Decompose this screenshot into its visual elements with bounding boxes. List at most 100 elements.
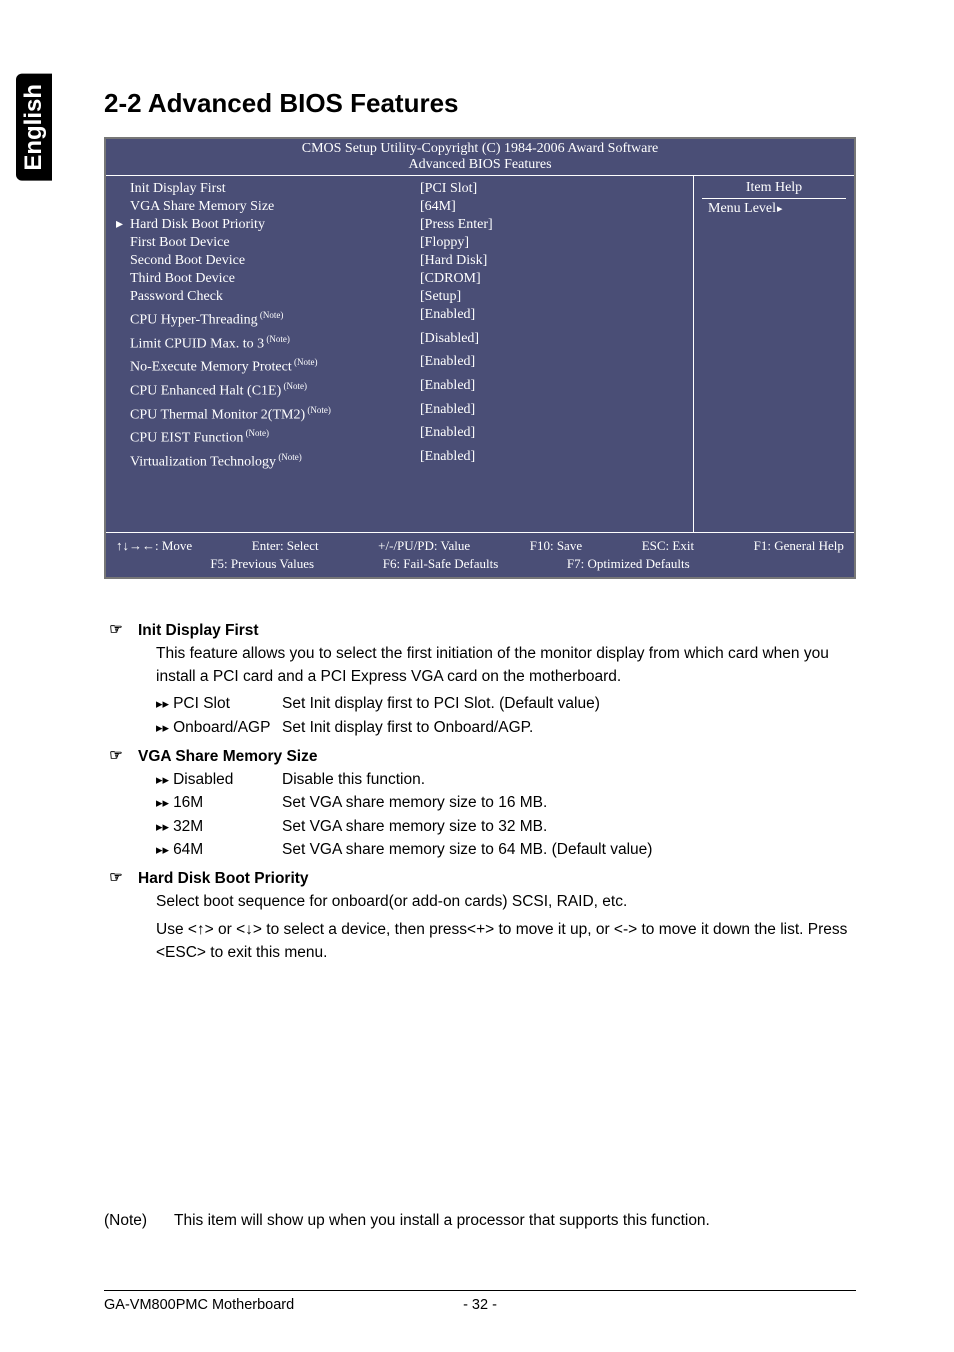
- bios-setting-row[interactable]: CPU Thermal Monitor 2(TM2) (Note)[Enable…: [130, 401, 685, 425]
- note-marker: (Note): [281, 381, 307, 391]
- bios-setting-row[interactable]: Third Boot Device[CDROM]: [130, 270, 685, 288]
- footnote: (Note) This item will show up when you i…: [104, 1212, 856, 1230]
- option-value-key: ▸▸Onboard/AGP: [156, 716, 282, 739]
- option-description: Select boot sequence for onboard(or add-…: [156, 890, 856, 913]
- bios-setting-value[interactable]: [CDROM]: [420, 270, 481, 288]
- bios-setting-label: VGA Share Memory Size: [130, 198, 420, 216]
- option-value-row: ▸▸DisabledDisable this function.: [156, 768, 856, 791]
- double-arrow-icon: ▸▸: [156, 720, 169, 735]
- option-value-key: ▸▸16M: [156, 791, 282, 814]
- bios-setting-label: First Boot Device: [130, 234, 420, 252]
- bios-setting-value[interactable]: [Enabled]: [420, 377, 475, 401]
- language-tab: English: [16, 74, 52, 181]
- pointer-icon: ☞: [104, 867, 128, 890]
- bios-screen: CMOS Setup Utility-Copyright (C) 1984-20…: [104, 137, 856, 579]
- footer-model: GA-VM800PMC Motherboard: [104, 1297, 355, 1313]
- option-value-desc: Disable this function.: [282, 768, 425, 791]
- bios-setting-row[interactable]: Limit CPUID Max. to 3 (Note)[Disabled]: [130, 330, 685, 354]
- note-marker: (Note): [305, 405, 331, 415]
- option-descriptions: ☞ Init Display First This feature allows…: [128, 619, 856, 965]
- bios-subheader: Advanced BIOS Features: [106, 157, 854, 176]
- double-arrow-icon: ▸▸: [156, 795, 169, 810]
- bios-setting-row[interactable]: VGA Share Memory Size[64M]: [130, 198, 685, 216]
- bios-setting-value[interactable]: [Enabled]: [420, 424, 475, 448]
- bios-setting-value[interactable]: [Enabled]: [420, 448, 475, 472]
- key-optimized: F7: Optimized Defaults: [567, 556, 690, 572]
- key-save: F10: Save: [530, 538, 582, 554]
- bios-setting-value[interactable]: [Hard Disk]: [420, 252, 487, 270]
- note-marker: (Note): [276, 452, 302, 462]
- bios-setting-label: CPU Thermal Monitor 2(TM2) (Note): [130, 401, 420, 425]
- bios-setting-label: CPU EIST Function (Note): [130, 424, 420, 448]
- section-heading: 2-2 Advanced BIOS Features: [104, 88, 856, 119]
- double-arrow-icon: ▸▸: [156, 772, 169, 787]
- bios-setting-row[interactable]: Virtualization Technology (Note)[Enabled…: [130, 448, 685, 472]
- option-heading-init-display: ☞ Init Display First: [128, 619, 856, 642]
- bios-setting-value[interactable]: [Floppy]: [420, 234, 469, 252]
- bios-setting-row[interactable]: CPU Enhanced Halt (C1E) (Note)[Enabled]: [130, 377, 685, 401]
- key-failsafe: F6: Fail-Safe Defaults: [383, 556, 499, 572]
- option-value-desc: Set Init display first to PCI Slot. (Def…: [282, 692, 600, 715]
- bios-setting-value[interactable]: [Enabled]: [420, 353, 475, 377]
- bios-setting-value[interactable]: [Setup]: [420, 288, 461, 306]
- key-move: ↑↓→←: Move: [116, 538, 192, 554]
- submenu-pointer-icon: ▸: [116, 216, 123, 234]
- key-value: +/-/PU/PD: Value: [378, 538, 470, 554]
- bios-setting-label: Limit CPUID Max. to 3 (Note): [130, 330, 420, 354]
- bios-setting-row[interactable]: No-Execute Memory Protect (Note)[Enabled…: [130, 353, 685, 377]
- bios-setting-label: ▸Hard Disk Boot Priority: [130, 216, 420, 234]
- bios-setting-row[interactable]: CPU EIST Function (Note)[Enabled]: [130, 424, 685, 448]
- note-marker: (Note): [264, 334, 290, 344]
- option-value-key: ▸▸32M: [156, 815, 282, 838]
- bios-setting-value[interactable]: [Press Enter]: [420, 216, 493, 234]
- option-value-row: ▸▸64MSet VGA share memory size to 64 MB.…: [156, 838, 856, 861]
- bios-setting-value[interactable]: [Disabled]: [420, 330, 479, 354]
- bios-setting-label: CPU Enhanced Halt (C1E) (Note): [130, 377, 420, 401]
- bios-setting-value[interactable]: [PCI Slot]: [420, 180, 477, 198]
- option-value-desc: Set VGA share memory size to 32 MB.: [282, 815, 547, 838]
- option-heading-vga-share: ☞ VGA Share Memory Size: [128, 745, 856, 768]
- page-footer: GA-VM800PMC Motherboard - 32 -: [104, 1290, 856, 1313]
- bios-setting-row[interactable]: Second Boot Device[Hard Disk]: [130, 252, 685, 270]
- option-value-row: ▸▸32MSet VGA share memory size to 32 MB.: [156, 815, 856, 838]
- option-description: Use <↑> or <↓> to select a device, then …: [156, 918, 856, 965]
- key-exit: ESC: Exit: [642, 538, 694, 554]
- option-value-row: ▸▸PCI SlotSet Init display first to PCI …: [156, 692, 856, 715]
- option-value-key: ▸▸PCI Slot: [156, 692, 282, 715]
- bios-setting-row[interactable]: ▸Hard Disk Boot Priority[Press Enter]: [130, 216, 685, 234]
- note-label: (Note): [104, 1212, 174, 1230]
- option-description: This feature allows you to select the fi…: [156, 642, 856, 689]
- bios-setting-row[interactable]: CPU Hyper-Threading (Note)[Enabled]: [130, 306, 685, 330]
- bios-setting-value[interactable]: [Enabled]: [420, 401, 475, 425]
- double-arrow-icon: ▸▸: [156, 842, 169, 857]
- option-value-row: ▸▸Onboard/AGPSet Init display first to O…: [156, 716, 856, 739]
- note-marker: (Note): [258, 310, 284, 320]
- bios-setting-value[interactable]: [Enabled]: [420, 306, 475, 330]
- bios-help-panel: Item Help Menu Level: [694, 176, 854, 532]
- bios-setting-label: Third Boot Device: [130, 270, 420, 288]
- bios-settings-list: Init Display First[PCI Slot]VGA Share Me…: [106, 176, 694, 532]
- bios-setting-value[interactable]: [64M]: [420, 198, 456, 216]
- bios-setting-label: Password Check: [130, 288, 420, 306]
- bios-setting-label: CPU Hyper-Threading (Note): [130, 306, 420, 330]
- footer-page-number: - 32 -: [355, 1297, 606, 1313]
- pointer-icon: ☞: [104, 619, 128, 642]
- double-arrow-icon: ▸▸: [156, 696, 169, 711]
- note-marker: (Note): [243, 428, 269, 438]
- option-value-desc: Set VGA share memory size to 64 MB. (Def…: [282, 838, 652, 861]
- menu-level-label: Menu Level: [702, 199, 846, 219]
- key-help: F1: General Help: [754, 538, 844, 554]
- option-value-key: ▸▸64M: [156, 838, 282, 861]
- page-content: 2-2 Advanced BIOS Features CMOS Setup Ut…: [104, 88, 856, 968]
- note-marker: (Note): [292, 357, 318, 367]
- option-value-desc: Set Init display first to Onboard/AGP.: [282, 716, 533, 739]
- bios-setting-row[interactable]: First Boot Device[Floppy]: [130, 234, 685, 252]
- bios-setting-row[interactable]: Password Check[Setup]: [130, 288, 685, 306]
- option-value-row: ▸▸16MSet VGA share memory size to 16 MB.: [156, 791, 856, 814]
- bios-setting-label: Virtualization Technology (Note): [130, 448, 420, 472]
- bios-header: CMOS Setup Utility-Copyright (C) 1984-20…: [106, 139, 854, 157]
- chevron-right-icon: [776, 201, 783, 216]
- bios-footer: ↑↓→←: Move Enter: Select +/-/PU/PD: Valu…: [106, 532, 854, 577]
- bios-setting-row[interactable]: Init Display First[PCI Slot]: [130, 180, 685, 198]
- note-text: This item will show up when you install …: [174, 1212, 710, 1230]
